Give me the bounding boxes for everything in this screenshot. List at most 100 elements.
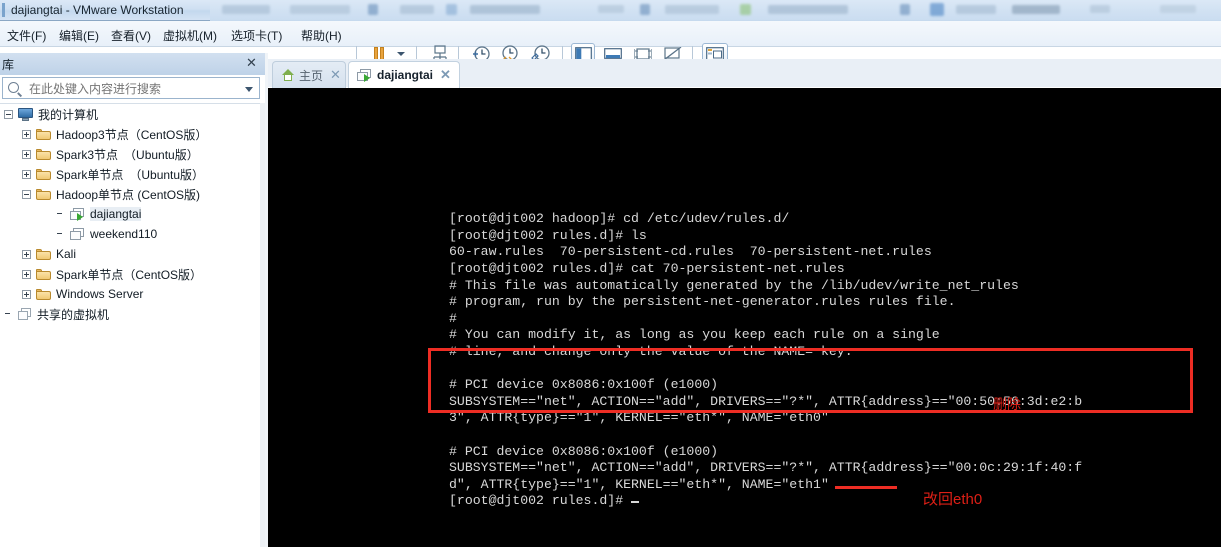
home-icon bbox=[281, 68, 295, 82]
terminal-line: # PCI device 0x8086:0x100f (e1000) bbox=[449, 443, 719, 459]
tab-dajiangtai[interactable]: dajiangtai ✕ bbox=[348, 61, 460, 88]
ghost-blob bbox=[956, 5, 996, 14]
ghost-blob bbox=[1090, 5, 1110, 13]
tree-item-hadoop3-centos[interactable]: Hadoop3节点（CentOS版） bbox=[0, 124, 265, 144]
tree-item-label: Spark单节点（CentOS版） bbox=[56, 267, 203, 282]
terminal-line: 60-raw.rules 70-persistent-cd.rules 70-p… bbox=[449, 244, 932, 260]
expand-icon[interactable] bbox=[22, 169, 31, 179]
tab-home[interactable]: 主页 ✕ bbox=[272, 61, 346, 88]
tree-item-spark3-ubuntu[interactable]: Spark3节点 （Ubuntu版） bbox=[0, 144, 265, 164]
library-title: 库 bbox=[2, 58, 15, 72]
ghost-blob bbox=[368, 4, 378, 15]
vm-console-screen[interactable]: [root@djt002 hadoop]# cd /etc/udev/rules… bbox=[268, 88, 1221, 547]
tree-item-vm-dajiangtai[interactable]: dajiangtai bbox=[0, 204, 265, 224]
terminal-cursor bbox=[631, 501, 640, 504]
tree-item-label: Spark单节点 （Ubuntu版） bbox=[56, 167, 205, 182]
search-icon bbox=[8, 82, 19, 93]
ghost-blob bbox=[400, 5, 434, 14]
tree-item-label: 共享的虚拟机 bbox=[37, 307, 110, 322]
folder-icon bbox=[36, 268, 51, 280]
tab-label: dajiangtai bbox=[377, 68, 434, 82]
menu-item-vm[interactable]: 虚拟机(M) bbox=[160, 26, 220, 45]
collapse-icon[interactable] bbox=[22, 189, 31, 199]
chevron-down-icon[interactable] bbox=[245, 87, 253, 92]
expand-icon[interactable] bbox=[22, 289, 31, 299]
ghost-blob bbox=[470, 5, 540, 14]
vm-running-icon bbox=[357, 68, 372, 82]
expand-icon[interactable] bbox=[22, 149, 31, 159]
menu-bar: 文件(F) 编辑(E) 查看(V) 虚拟机(M) 选项卡(T) 帮助(H) bbox=[0, 21, 1221, 65]
terminal-line: # program, run by the persistent-net-gen… bbox=[449, 294, 956, 310]
tree-item-label: Windows Server bbox=[56, 287, 144, 301]
expander-spacer bbox=[56, 210, 65, 219]
monitor-icon bbox=[18, 107, 33, 121]
terminal-line: [root@djt002 hadoop]# cd /etc/udev/rules… bbox=[449, 211, 790, 227]
tree-item-windows-server[interactable]: Windows Server bbox=[0, 284, 265, 304]
window-title: dajiangtai - VMware Workstation bbox=[11, 3, 184, 17]
library-header: 库 ✕ bbox=[0, 53, 265, 75]
tree-item-my-computer[interactable]: 我的计算机 bbox=[0, 104, 265, 124]
terminal-line: # line, and change only the value of the… bbox=[449, 343, 853, 359]
folder-icon bbox=[36, 188, 51, 200]
terminal-line: 3", ATTR{type}=="1", KERNEL=="eth*", NAM… bbox=[449, 410, 829, 426]
folder-icon bbox=[36, 128, 51, 140]
tree-item-vm-weekend110[interactable]: weekend110 bbox=[0, 224, 265, 244]
library-search-box[interactable] bbox=[2, 77, 260, 99]
ghost-blob bbox=[930, 3, 944, 16]
ghost-blob bbox=[768, 5, 848, 14]
tree-item-hadoop-single-centos[interactable]: Hadoop单节点 (CentOS版) bbox=[0, 184, 265, 204]
tree-item-spark-single-centos[interactable]: Spark单节点（CentOS版） bbox=[0, 264, 265, 284]
menu-item-file[interactable]: 文件(F) bbox=[4, 26, 49, 45]
terminal-line: # PCI device 0x8086:0x100f (e1000) bbox=[449, 377, 719, 393]
expand-icon[interactable] bbox=[22, 129, 31, 139]
folder-icon bbox=[36, 288, 51, 300]
close-icon[interactable]: ✕ bbox=[244, 55, 259, 70]
tree-item-kali[interactable]: Kali bbox=[0, 244, 265, 264]
vm-icon bbox=[70, 227, 85, 241]
tree-item-label: Hadoop单节点 (CentOS版) bbox=[56, 187, 201, 202]
folder-icon bbox=[36, 168, 51, 180]
terminal-line: SUBSYSTEM=="net", ACTION=="add", DRIVERS… bbox=[449, 460, 1083, 476]
annotation-underline bbox=[835, 486, 897, 489]
terminal-output: [root@djt002 hadoop]# cd /etc/udev/rules… bbox=[449, 211, 1082, 510]
chevron-down-icon bbox=[397, 52, 405, 56]
terminal-line: # bbox=[449, 310, 457, 326]
ghost-blob bbox=[1160, 5, 1196, 13]
tree-item-label: weekend110 bbox=[90, 227, 158, 241]
menu-item-tabs[interactable]: 选项卡(T) bbox=[228, 26, 285, 45]
ghost-blob bbox=[900, 4, 910, 15]
ghost-blob bbox=[640, 4, 650, 15]
close-icon[interactable]: ✕ bbox=[330, 68, 341, 81]
window-title-bar: dajiangtai - VMware Workstation bbox=[0, 0, 1221, 21]
menu-item-edit[interactable]: 编辑(E) bbox=[56, 26, 102, 45]
menu-item-help[interactable]: 帮助(H) bbox=[298, 26, 345, 45]
expander-spacer bbox=[4, 310, 13, 319]
expand-icon[interactable] bbox=[22, 269, 31, 279]
tree-item-label: Kali bbox=[56, 247, 77, 261]
ghost-blob bbox=[222, 5, 270, 14]
terminal-line: [root@djt002 rules.d]# ls bbox=[449, 227, 647, 243]
tree-item-spark-single-ubuntu[interactable]: Spark单节点 （Ubuntu版） bbox=[0, 164, 265, 184]
close-icon[interactable]: ✕ bbox=[440, 68, 451, 81]
expand-icon[interactable] bbox=[22, 249, 31, 259]
annotation-delete-label: 删除 bbox=[993, 396, 1021, 412]
ghost-blob bbox=[1012, 5, 1060, 14]
ghost-blob bbox=[740, 4, 751, 15]
window-accent-stripe bbox=[2, 3, 5, 17]
ghost-blob bbox=[290, 5, 350, 14]
tab-strip: 主页 ✕ dajiangtai ✕ bbox=[268, 59, 1221, 88]
tree-item-label: dajiangtai bbox=[90, 207, 142, 221]
expander-spacer bbox=[56, 230, 65, 239]
ghost-blob bbox=[446, 4, 457, 15]
terminal-line: d", ATTR{type}=="1", KERNEL=="eth*", NAM… bbox=[449, 476, 829, 492]
terminal-line: # You can modify it, as long as you keep… bbox=[449, 327, 940, 343]
menu-item-view[interactable]: 查看(V) bbox=[108, 26, 154, 45]
library-tree[interactable]: 我的计算机 Hadoop3节点（CentOS版） Spark3节点 （Ubuntu版… bbox=[0, 103, 265, 547]
shared-vm-icon bbox=[18, 307, 32, 321]
tree-item-shared-vms[interactable]: 共享的虚拟机 bbox=[0, 304, 265, 324]
ghost-blob bbox=[598, 5, 624, 13]
library-panel: 库 ✕ 我的计算机 Hadoop3节点（CentOS版） Spark3节点 （Ubu… bbox=[0, 53, 265, 547]
search-input[interactable] bbox=[27, 81, 241, 97]
collapse-icon[interactable] bbox=[4, 109, 13, 119]
